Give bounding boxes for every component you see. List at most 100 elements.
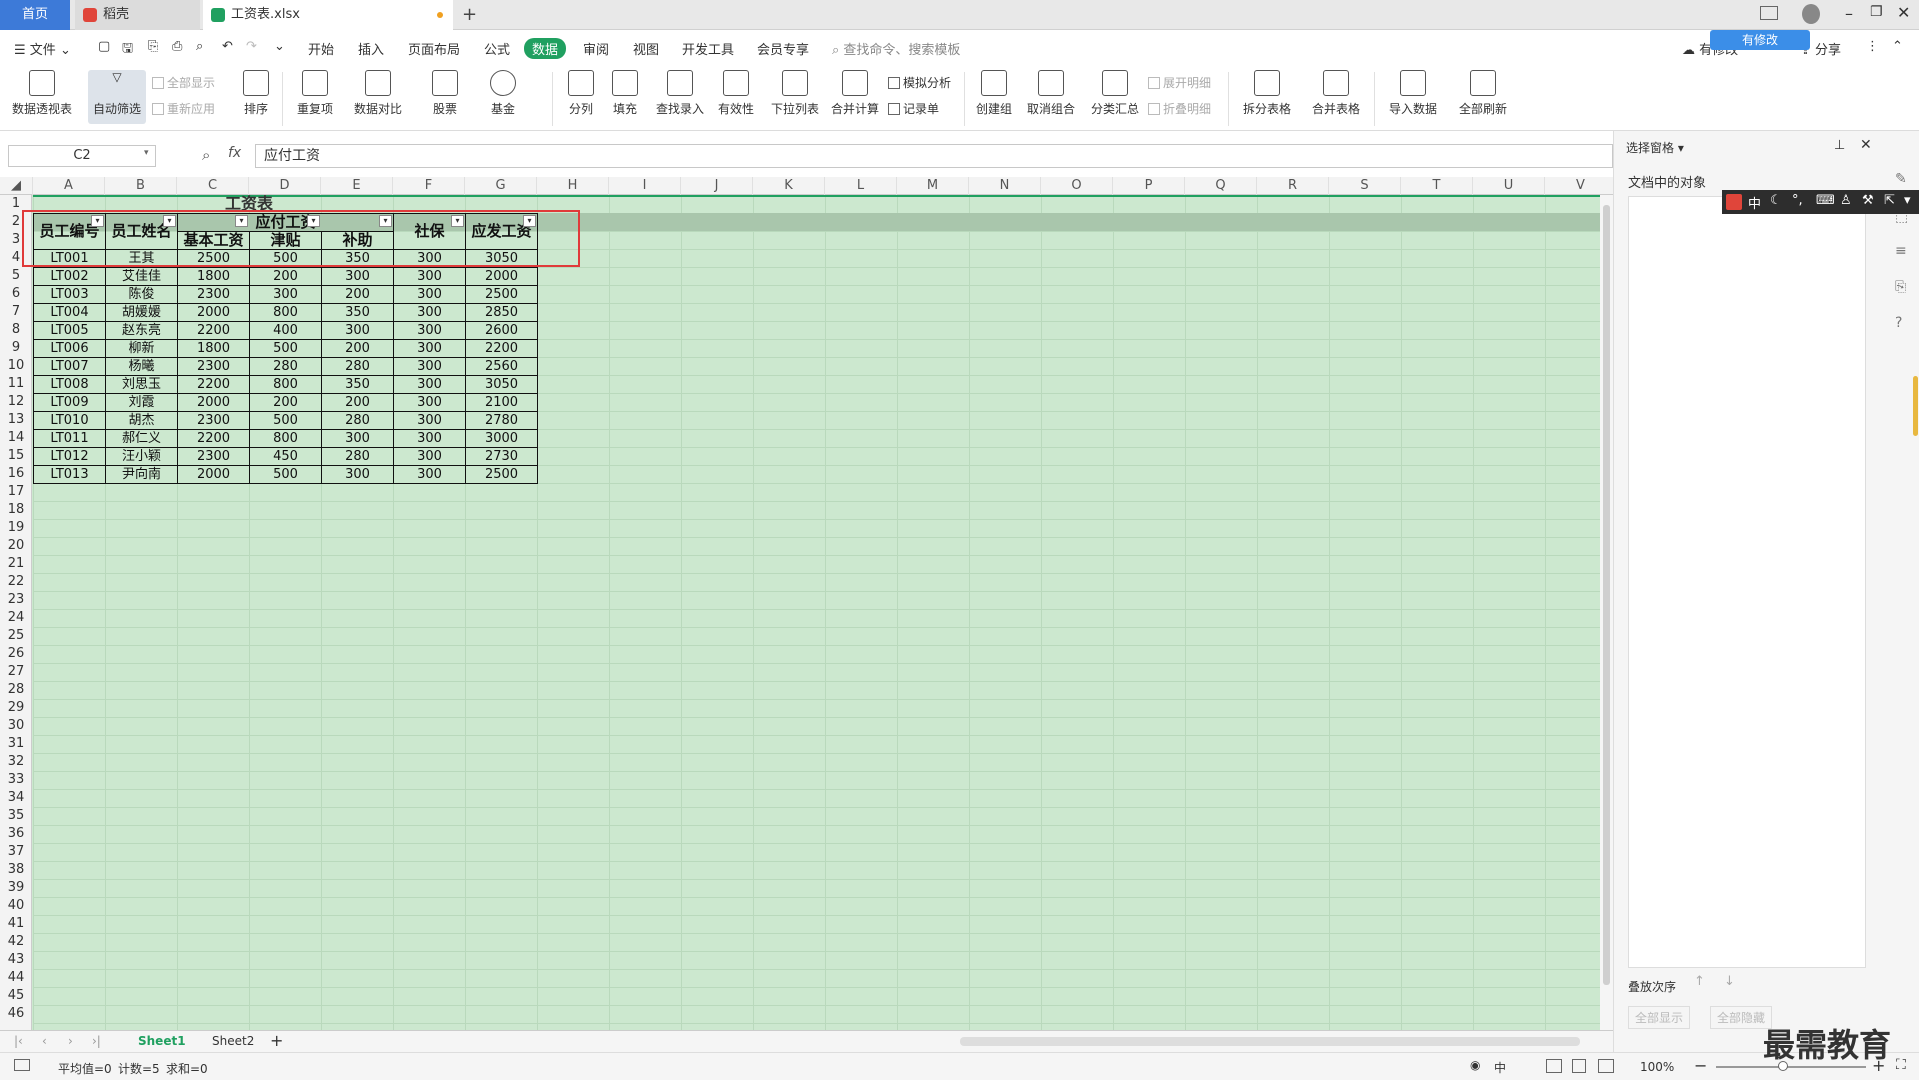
row-header[interactable]: 8 [0, 321, 32, 339]
table-cell[interactable]: 300 [393, 429, 466, 448]
table-cell[interactable]: 280 [321, 357, 394, 376]
pane-title[interactable]: 选择窗格 ▾ [1626, 139, 1684, 156]
zoom-level[interactable]: 100% [1640, 1060, 1674, 1074]
row-header[interactable]: 36 [0, 825, 32, 843]
help-icon[interactable]: ? [1895, 315, 1902, 331]
row-header[interactable]: 43 [0, 951, 32, 969]
page-layout-view-icon[interactable] [1572, 1059, 1586, 1073]
zoom-search-icon[interactable]: ⌕ [202, 146, 210, 164]
table-cell[interactable]: 2000 [177, 303, 250, 322]
add-sheet-icon[interactable]: + [270, 1031, 283, 1050]
fullscreen-icon[interactable]: ⛶ [1896, 1057, 1906, 1073]
table-cell[interactable]: 350 [321, 303, 394, 322]
menu-dev-tools[interactable]: 开发工具 [682, 39, 734, 58]
row-header[interactable]: 18 [0, 501, 32, 519]
validity-button[interactable]: 有效性 [714, 70, 758, 117]
first-sheet-icon[interactable]: |‹ [14, 1034, 23, 1048]
table-cell[interactable]: 300 [393, 357, 466, 376]
status-ime[interactable]: 中 [1494, 1059, 1506, 1076]
normal-view-icon[interactable] [1546, 1059, 1562, 1073]
row-header[interactable]: 5 [0, 267, 32, 285]
avatar[interactable] [1802, 4, 1820, 24]
row-header[interactable]: 10 [0, 357, 32, 375]
table-cell[interactable]: 2500 [465, 285, 538, 304]
table-cell[interactable]: LT002 [33, 267, 106, 286]
row-header[interactable]: 6 [0, 285, 32, 303]
row-header[interactable]: 13 [0, 411, 32, 429]
expand-icon[interactable]: ⇱ [1884, 193, 1895, 208]
table-cell[interactable]: LT008 [33, 375, 106, 394]
import-data-button[interactable]: 导入数据 [1382, 70, 1444, 117]
table-cell[interactable]: 500 [249, 339, 322, 358]
more-icon[interactable]: ⋮ [1866, 39, 1879, 54]
table-cell[interactable]: 300 [393, 393, 466, 412]
tab-home[interactable]: 首页 [0, 0, 70, 30]
table-cell[interactable]: 2300 [177, 285, 250, 304]
table-cell[interactable]: 2200 [177, 429, 250, 448]
table-cell[interactable]: 300 [393, 447, 466, 466]
subtotal-button[interactable]: 分类汇总 [1090, 70, 1140, 117]
row-header[interactable]: 14 [0, 429, 32, 447]
table-cell[interactable]: 胡杰 [105, 411, 178, 430]
row-header[interactable]: 45 [0, 987, 32, 1005]
backup-icon[interactable]: ⎘ [1895, 279, 1906, 295]
column-header[interactable]: G [465, 177, 537, 195]
column-header[interactable]: O [1041, 177, 1113, 195]
select-all-corner[interactable]: ◢ [0, 177, 33, 195]
keyboard-icon[interactable]: ⌨ [1816, 193, 1835, 208]
table-cell[interactable]: 200 [321, 339, 394, 358]
user-icon[interactable]: ♙ [1840, 193, 1852, 208]
table-cell[interactable]: 450 [249, 447, 322, 466]
table-cell[interactable]: 2500 [465, 465, 538, 484]
eye-protection-icon[interactable]: ◉ [1470, 1058, 1480, 1072]
table-cell[interactable]: 赵东亮 [105, 321, 178, 340]
column-header[interactable]: P [1113, 177, 1185, 195]
table-cell[interactable]: 2300 [177, 447, 250, 466]
property-icon[interactable]: ≡ [1895, 243, 1907, 259]
table-cell[interactable]: 300 [393, 411, 466, 430]
table-cell[interactable]: 280 [321, 447, 394, 466]
duplicates-button[interactable]: 重复项 [290, 70, 340, 117]
row-header[interactable]: 22 [0, 573, 32, 591]
lookup-entry-button[interactable]: 查找录入 [652, 70, 708, 117]
row-header[interactable]: 9 [0, 339, 32, 357]
column-header[interactable]: M [897, 177, 969, 195]
table-cell[interactable]: 刘思玉 [105, 375, 178, 394]
table-cell[interactable]: 200 [321, 393, 394, 412]
table-cell[interactable]: LT005 [33, 321, 106, 340]
table-cell[interactable]: 500 [249, 411, 322, 430]
table-cell[interactable]: 300 [321, 465, 394, 484]
table-cell[interactable]: 800 [249, 303, 322, 322]
bring-forward-icon[interactable]: ↑ [1694, 974, 1705, 989]
table-cell[interactable]: 300 [321, 321, 394, 340]
table-cell[interactable]: 2000 [465, 267, 538, 286]
table-cell[interactable]: 2560 [465, 357, 538, 376]
tab-docer[interactable]: 稻壳 [75, 0, 200, 30]
side-handle[interactable] [1913, 376, 1918, 436]
row-header[interactable]: 28 [0, 681, 32, 699]
table-cell[interactable]: 2100 [465, 393, 538, 412]
row-header[interactable]: 15 [0, 447, 32, 465]
column-header[interactable]: T [1401, 177, 1473, 195]
row-header[interactable]: 33 [0, 771, 32, 789]
table-cell[interactable]: LT003 [33, 285, 106, 304]
row-header[interactable]: 46 [0, 1005, 32, 1023]
table-cell[interactable]: 500 [249, 465, 322, 484]
table-cell[interactable]: LT009 [33, 393, 106, 412]
row-header[interactable]: 7 [0, 303, 32, 321]
menu-data[interactable]: 数据 [524, 38, 567, 59]
preview-icon[interactable]: ⌕ [196, 39, 203, 54]
column-header[interactable]: R [1257, 177, 1329, 195]
formula-input[interactable]: 应付工资 [255, 144, 1613, 168]
column-header[interactable]: J [681, 177, 753, 195]
collapse-detail-button[interactable]: 折叠明细 [1148, 100, 1211, 117]
whatif-button[interactable]: 模拟分析 [888, 74, 951, 91]
row-header[interactable]: 21 [0, 555, 32, 573]
vertical-scroll-thumb[interactable] [1603, 205, 1610, 985]
table-cell[interactable]: 280 [321, 411, 394, 430]
table-cell[interactable]: 2730 [465, 447, 538, 466]
table-cell[interactable]: 300 [321, 267, 394, 286]
moon-icon[interactable]: ☾ [1770, 193, 1782, 208]
pivot-table-button[interactable]: 数据透视表 [10, 70, 74, 117]
name-box[interactable]: C2 [8, 145, 156, 167]
